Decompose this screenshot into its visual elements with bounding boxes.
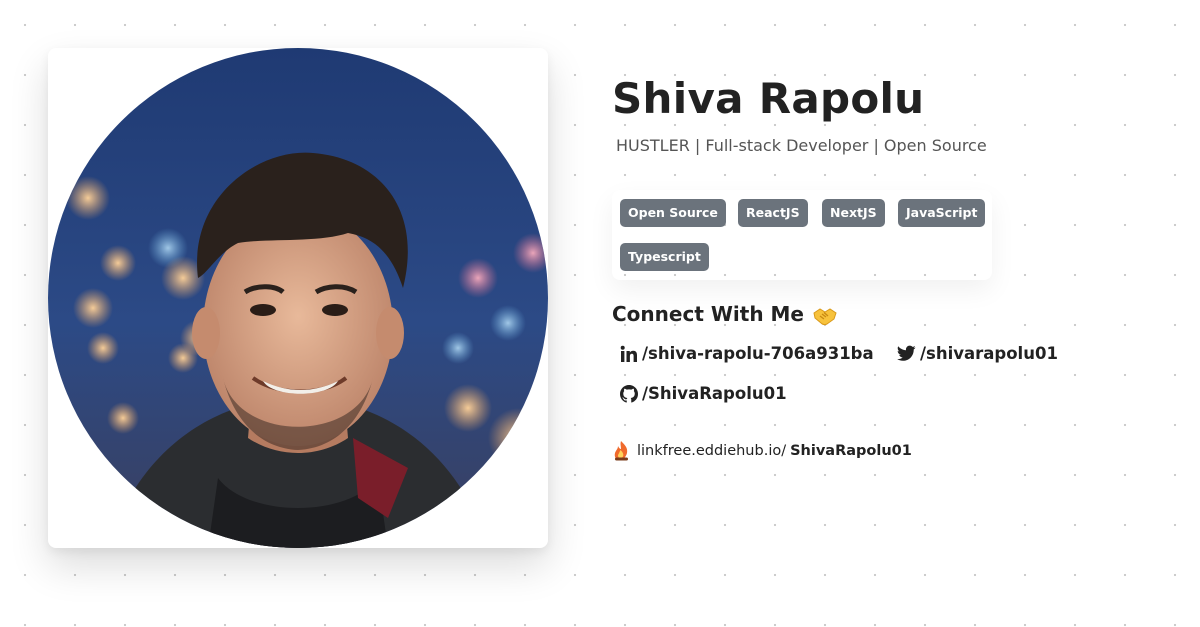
avatar-photo — [48, 48, 548, 548]
avatar — [48, 48, 548, 548]
handshake-icon — [813, 308, 837, 326]
github-link[interactable]: /ShivaRapolu01 — [620, 384, 787, 403]
linkfree-username: ShivaRapolu01 — [790, 443, 912, 459]
linkfree-domain: linkfree.eddiehub.io/ — [637, 443, 787, 459]
github-handle: /ShivaRapolu01 — [642, 384, 787, 403]
twitter-icon — [897, 345, 916, 361]
profile-name: Shiva Rapolu — [612, 74, 925, 123]
tag-open-source[interactable]: Open Source — [620, 199, 726, 227]
tag-javascript[interactable]: JavaScript — [898, 199, 986, 227]
profile-bio: HUSTLER | Full-stack Developer | Open So… — [616, 136, 987, 155]
tag-nextjs[interactable]: NextJS — [822, 199, 885, 227]
twitter-link[interactable]: /shivarapolu01 — [897, 344, 1058, 363]
connect-heading: Connect With Me — [612, 302, 804, 326]
github-icon — [620, 384, 638, 403]
linkedin-icon — [620, 345, 637, 362]
linkedin-link[interactable]: /shiva-rapolu-706a931ba — [620, 344, 874, 363]
linkfree-footer[interactable]: linkfree.eddiehub.io/ ShivaRapolu01 — [612, 440, 912, 462]
avatar-card — [48, 48, 548, 548]
linkfree-logo-icon — [614, 441, 628, 461]
tag-reactjs[interactable]: ReactJS — [738, 199, 808, 227]
linkedin-handle: /shiva-rapolu-706a931ba — [642, 344, 874, 363]
twitter-handle: /shivarapolu01 — [920, 344, 1058, 363]
tag-typescript[interactable]: Typescript — [620, 243, 709, 271]
